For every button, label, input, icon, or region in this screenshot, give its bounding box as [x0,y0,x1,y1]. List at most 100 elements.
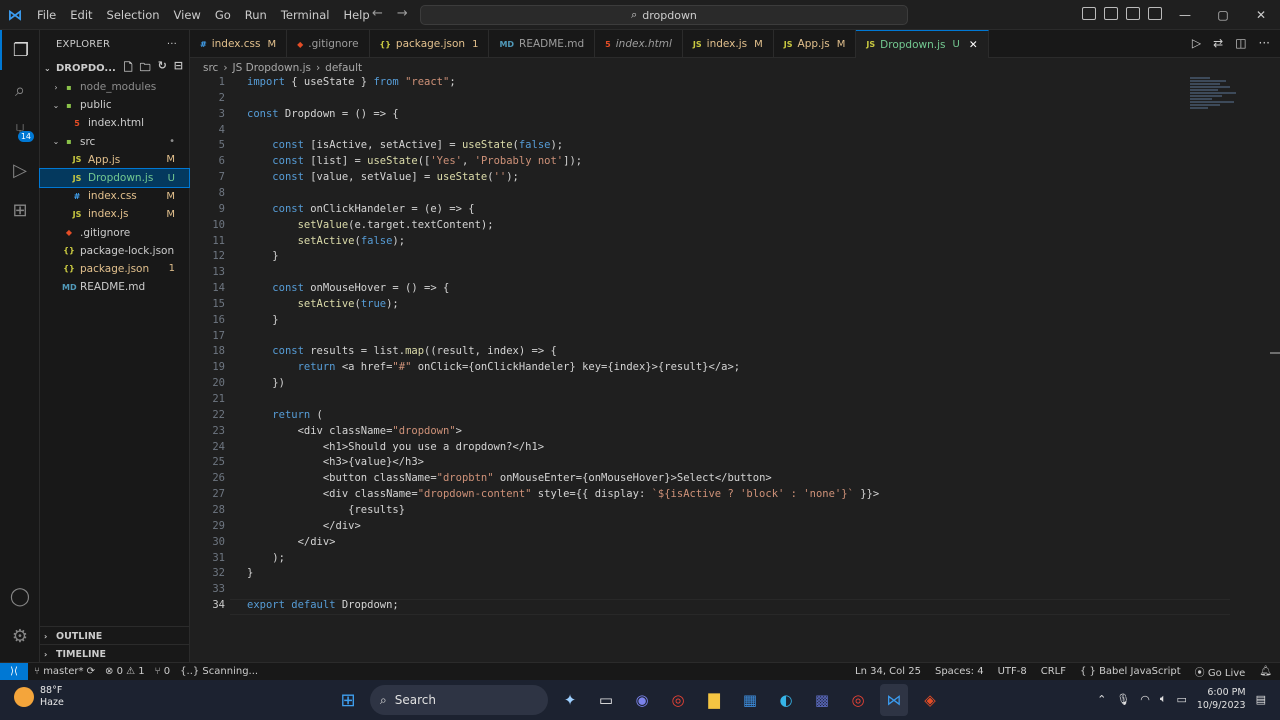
code-line[interactable]: 25 <h3>{value}</h3> [190,456,424,472]
show-hidden-icons-icon[interactable]: ⌃ [1097,693,1106,706]
minimize-icon[interactable]: — [1166,0,1204,30]
task-view-icon[interactable]: ▭ [592,684,620,716]
more-actions-icon[interactable]: ··· [167,39,177,50]
code-line[interactable]: 22 return ( [190,409,323,425]
file-tree-item[interactable]: ⌄ ▪ src • [40,133,189,151]
code-line[interactable]: 34 export default Dropdown; [190,599,398,615]
compare-icon[interactable]: ⇄ [1213,36,1223,50]
code-line[interactable]: 15 setActive(true); [190,298,398,314]
volume-icon[interactable]: 🔈︎ [1160,692,1167,706]
file-tree-item[interactable]: › ▪ node_modules [40,78,189,96]
minimap[interactable] [1190,76,1250,136]
toggle-panel-icon[interactable] [1104,7,1118,20]
menu-item-view[interactable]: View [167,0,208,30]
settings-gear-icon[interactable]: ⚙ [0,616,40,656]
code-line[interactable]: 10 setValue(e.target.textContent); [190,219,493,235]
toggle-secondary-sidebar-icon[interactable] [1126,7,1140,20]
customize-layout-icon[interactable] [1148,7,1162,20]
breadcrumb-item[interactable]: JS Dropdown.js [233,62,311,74]
remote-indicator-icon[interactable]: ⟩⟨ [0,662,28,681]
tab-package-json[interactable]: {} package.json 1 [370,30,490,58]
code-line[interactable]: 12 } [190,250,278,266]
chrome-alt-icon[interactable]: ◎ [844,684,872,716]
branch-status[interactable]: ⑂ master* ⟳ [34,666,95,677]
code-line[interactable]: 6 const [list] = useState(['Yes', 'Proba… [190,155,582,171]
cursor-position[interactable]: Ln 34, Col 25 [855,666,921,677]
collapse-all-icon[interactable]: ⊟ [174,59,183,78]
code-line[interactable]: 9 const onClickHandeler = (e) => { [190,203,475,219]
search-view-icon[interactable]: ⌕ [0,70,40,110]
notifications-bell-icon[interactable]: 🔔︎ [1259,666,1272,677]
forward-arrow-icon[interactable]: → [397,6,408,21]
clock[interactable]: 6:00 PM 10/9/2023 [1197,686,1246,712]
back-arrow-icon[interactable]: ← [372,6,383,21]
code-line[interactable]: 20 }) [190,377,285,393]
copilot-icon[interactable]: ✦ [556,684,584,716]
code-line[interactable]: 14 const onMouseHover = () => { [190,282,449,298]
menu-item-edit[interactable]: Edit [63,0,99,30]
code-line[interactable]: 26 <button className="dropbtn" onMouseEn… [190,472,771,488]
scrollbar-marker[interactable] [1270,352,1280,354]
timeline-section[interactable]: › TIMELINE [40,644,190,664]
end-of-line[interactable]: CRLF [1041,666,1066,677]
battery-icon[interactable]: ▭ [1176,693,1186,706]
indentation[interactable]: Spaces: 4 [935,666,984,677]
run-icon[interactable]: ▷ [1192,36,1201,50]
microphone-icon[interactable]: 🎙︎ [1116,693,1130,706]
code-line[interactable]: 24 <h1>Should you use a dropdown?</h1> [190,441,544,457]
encoding[interactable]: UTF-8 [998,666,1027,677]
store-icon[interactable]: ▦ [736,684,764,716]
file-tree-item[interactable]: JS Dropdown.js U [39,167,190,189]
problems-status[interactable]: ⊗ 0 ⚠ 1 [105,666,145,677]
taskbar-search[interactable]: ⌕ Search [370,685,548,715]
app-icon[interactable]: ▩ [808,684,836,716]
code-line[interactable]: 13 [190,266,225,282]
breadcrumb-item[interactable]: default [325,62,362,74]
menu-item-go[interactable]: Go [208,0,238,30]
close-window-icon[interactable]: ✕ [1242,0,1280,30]
menu-item-selection[interactable]: Selection [100,0,167,30]
teams-icon[interactable]: ◉ [628,684,656,716]
code-line[interactable]: 23 <div className="dropdown"> [190,425,462,441]
notification-center-icon[interactable]: ▤ [1256,693,1266,706]
menu-item-run[interactable]: Run [238,0,274,30]
code-line[interactable]: 2 [190,92,225,108]
tab-app-js[interactable]: JS App.js M [774,30,857,58]
tab-dropdown-js[interactable]: JS Dropdown.js U ✕ [856,30,989,58]
menu-item-file[interactable]: File [30,0,63,30]
outline-section[interactable]: › OUTLINE [40,626,190,646]
start-windows-icon[interactable]: ⊞ [334,684,362,716]
file-tree-item[interactable]: # index.css M [40,187,189,205]
extensions-icon[interactable]: ⊞ [0,190,40,230]
code-line[interactable]: 8 [190,187,225,203]
weather-widget[interactable]: 88°F Haze [14,685,64,709]
menu-item-help[interactable]: Help [336,0,376,30]
tab-readme-md[interactable]: MD README.md [489,30,596,58]
file-tree-item[interactable]: {} package-lock.json [40,242,189,260]
tab--gitignore[interactable]: ◆ .gitignore [287,30,370,58]
command-center-search[interactable]: ⌕ dropdown [420,5,908,25]
go-live-button[interactable]: ⦿ Go Live [1195,664,1246,679]
new-folder-icon[interactable]: 🗀 [140,59,151,78]
code-line[interactable]: 18 const results = list.map((result, ind… [190,345,556,361]
code-line[interactable]: 7 const [value, setValue] = useState('')… [190,171,519,187]
code-editor[interactable]: 1 import { useState } from "react"; 2 3 cons… [190,76,1280,662]
tab-index-html[interactable]: 5 index.html [595,30,683,58]
source-control-icon[interactable]: ⑂ 14 [0,110,40,150]
git-app-icon[interactable]: ◈ [916,684,944,716]
code-line[interactable]: 11 setActive(false); [190,235,405,251]
code-line[interactable]: 19 return <a href="#" onClick={onClickHa… [190,361,740,377]
file-tree-item[interactable]: JS index.js M [40,205,189,223]
code-line[interactable]: 17 [190,330,225,346]
breadcrumb-item[interactable]: src [203,62,218,74]
more-actions-icon[interactable]: ··· [1259,36,1270,50]
edge-icon[interactable]: ◐ [772,684,800,716]
file-tree-item[interactable]: {} package.json 1 [40,260,189,278]
close-tab-icon[interactable]: ✕ [969,39,978,51]
menu-item-terminal[interactable]: Terminal [274,0,337,30]
code-line[interactable]: 27 <div className="dropdown-content" sty… [190,488,879,504]
maximize-icon[interactable]: ▢ [1204,0,1242,30]
code-line[interactable]: 32} [190,567,253,583]
code-line[interactable]: 28 {results} [190,504,405,520]
run-debug-icon[interactable]: ▷ [0,150,40,190]
